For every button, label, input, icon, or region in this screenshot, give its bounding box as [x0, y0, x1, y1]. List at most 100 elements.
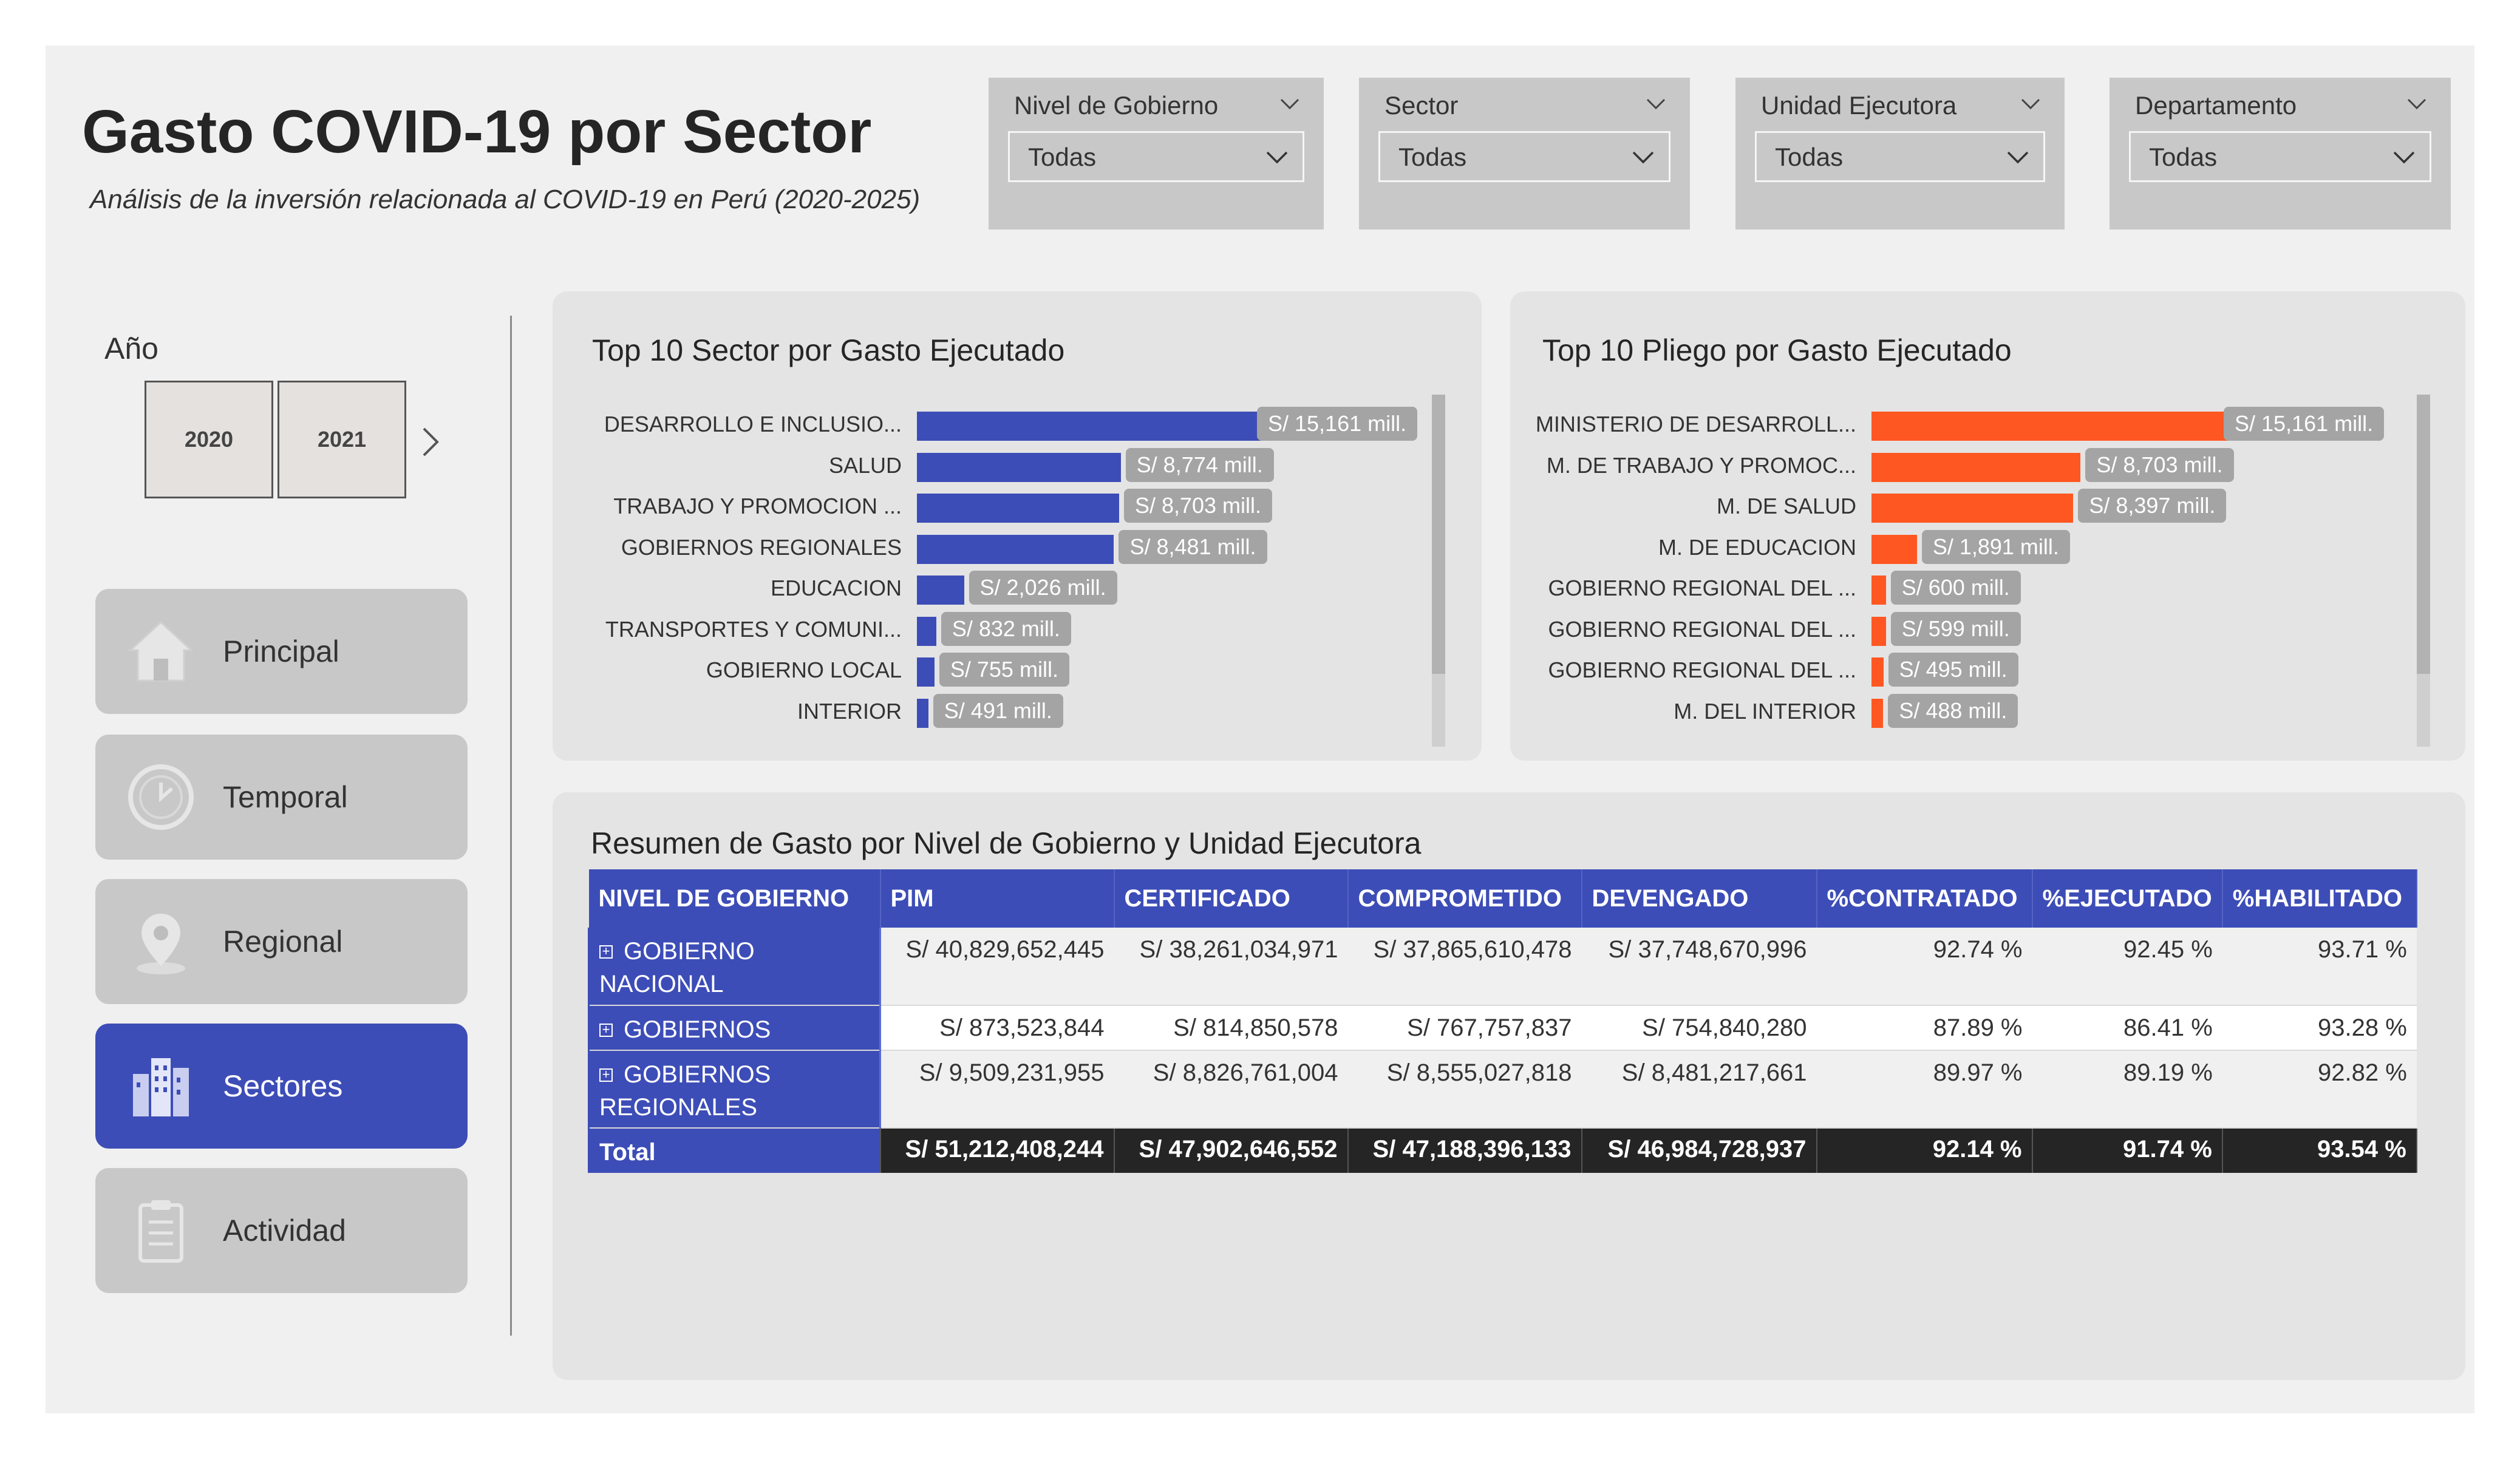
chevron-down-icon[interactable] [1278, 91, 1302, 115]
filter-dropdown[interactable]: Todas [1755, 131, 2045, 182]
filter-value: Todas [2149, 143, 2218, 171]
table-row: + GOBIERNOS S/ 873,523,844 S/ 814,850,578… [588, 1005, 2417, 1051]
expand-icon[interactable]: + [599, 1023, 613, 1037]
nav-button-temporal[interactable]: Temporal [95, 735, 468, 860]
home-icon [128, 620, 194, 682]
filter-label: Unidad Ejecutora [1761, 91, 1957, 120]
column-header[interactable]: DEVENGADO [1581, 869, 1817, 928]
nav-label: Regional [223, 925, 343, 959]
bar[interactable] [917, 698, 928, 728]
summary-matrix: NIVEL DE GOBIERNO PIM CERTIFICADO COMPRO… [588, 869, 2417, 1173]
table-cell: S/ 767,757,837 [1347, 1005, 1582, 1051]
bar-category-label: GOBIERNO REGIONAL DEL ... [1548, 576, 1856, 600]
bar-data-label: S/ 8,397 mill. [2078, 489, 2227, 523]
chevron-down-icon[interactable] [1265, 145, 1289, 169]
chevron-down-icon[interactable] [1644, 91, 1668, 115]
bar-category-label: GOBIERNO LOCAL [706, 657, 902, 682]
row-header[interactable]: + GOBIERNOS REGIONALES [588, 1050, 881, 1129]
bar[interactable] [917, 616, 936, 646]
bar[interactable] [1871, 616, 1886, 646]
filter-unidad-ejecutora[interactable]: Unidad Ejecutora Todas [1735, 78, 2065, 229]
scrollbar-thumb[interactable] [2417, 395, 2430, 674]
bar-data-label: S/ 599 mill. [1890, 611, 2021, 646]
year-button-2021[interactable]: 2021 [278, 381, 406, 498]
bar-category-label: DESARROLLO E INCLUSIO... [604, 412, 902, 436]
expand-icon[interactable]: + [599, 1068, 613, 1082]
nav-button-sectores[interactable]: Sectores [95, 1024, 468, 1149]
table-cell: 93.54 % [2222, 1128, 2417, 1173]
scrollbar-thumb[interactable] [1432, 395, 1445, 674]
bar-category-label: TRABAJO Y PROMOCION ... [613, 494, 902, 518]
column-header[interactable]: %HABILITADO [2222, 869, 2417, 928]
bar-data-label: S/ 755 mill. [939, 653, 1069, 687]
filter-dropdown[interactable]: Todas [1378, 131, 1670, 182]
bar-data-label: S/ 495 mill. [1888, 653, 2018, 687]
bar-category-label: MINISTERIO DE DESARROLL... [1535, 412, 1856, 436]
row-header[interactable]: + GOBIERNO NACIONAL [588, 928, 881, 1006]
chevron-down-icon[interactable] [2006, 145, 2030, 169]
filter-value: Todas [1028, 143, 1097, 171]
bar[interactable] [1871, 657, 1884, 687]
nav-button-regional[interactable]: Regional [95, 879, 468, 1004]
filter-value: Todas [1398, 143, 1467, 171]
bar[interactable] [917, 657, 935, 687]
bar[interactable] [917, 534, 1114, 564]
column-header[interactable]: %CONTRATADO [1816, 869, 2033, 928]
table-cell: 92.74 % [1816, 928, 2032, 1006]
bar[interactable] [1871, 534, 1917, 564]
chevron-down-icon[interactable] [2392, 145, 2416, 169]
nav-label: Sectores [223, 1069, 343, 1103]
bar-data-label: S/ 8,703 mill. [2085, 447, 2234, 482]
scrollbar[interactable] [1432, 395, 1445, 747]
table-cell: 87.89 % [1816, 1005, 2032, 1051]
chevron-down-icon[interactable] [2405, 91, 2429, 115]
bar-category-label: M. DE TRABAJO Y PROMOC... [1546, 452, 1856, 478]
table-cell: S/ 51,212,408,244 [880, 1128, 1115, 1173]
bar-category-label: GOBIERNOS REGIONALES [621, 534, 902, 560]
table-cell: S/ 754,840,280 [1581, 1005, 1817, 1051]
bar-data-label: S/ 1,891 mill. [1921, 529, 2070, 564]
nav-button-principal[interactable]: Principal [95, 589, 468, 714]
row-header[interactable]: + GOBIERNOS [588, 1005, 881, 1051]
buildings-icon [133, 1058, 189, 1116]
table-cell: S/ 38,261,034,971 [1114, 928, 1348, 1006]
filter-dropdown[interactable]: Todas [2129, 131, 2431, 182]
table-cell: S/ 9,509,231,955 [880, 1050, 1114, 1129]
column-header[interactable]: %EJECUTADO [2032, 869, 2223, 928]
bar-category-label: GOBIERNO REGIONAL DEL ... [1548, 657, 1856, 682]
table-header-row: NIVEL DE GOBIERNO PIM CERTIFICADO COMPRO… [588, 869, 2417, 928]
filter-departamento[interactable]: Departamento Todas [2110, 78, 2451, 229]
bar[interactable] [1871, 698, 1884, 728]
bar[interactable] [917, 412, 1269, 441]
table-cell: 89.97 % [1816, 1050, 2032, 1129]
filter-sector[interactable]: Sector Todas [1359, 78, 1690, 229]
filter-label: Sector [1384, 91, 1459, 120]
bar[interactable] [917, 576, 964, 605]
bar[interactable] [1871, 494, 2074, 523]
chevron-right-icon[interactable] [419, 425, 443, 459]
expand-icon[interactable]: + [599, 945, 613, 959]
clipboard-icon [138, 1200, 183, 1263]
bar[interactable] [1871, 576, 1886, 605]
bar[interactable] [1871, 452, 2081, 482]
nav-button-actividad[interactable]: Actividad [95, 1168, 468, 1293]
bar[interactable] [917, 452, 1121, 482]
column-header[interactable]: CERTIFICADO [1114, 869, 1349, 928]
filter-nivel-gobierno[interactable]: Nivel de Gobierno Todas [989, 78, 1324, 229]
column-header[interactable]: COMPROMETIDO [1347, 869, 1582, 928]
filter-dropdown[interactable]: Todas [1008, 131, 1304, 182]
row-header: Total [588, 1128, 881, 1173]
column-header[interactable]: NIVEL DE GOBIERNO [588, 869, 881, 928]
bar[interactable] [1871, 412, 2236, 441]
bar-data-label: S/ 600 mill. [1890, 571, 2021, 605]
table-cell: 89.19 % [2032, 1050, 2222, 1129]
table-cell: S/ 46,984,728,937 [1581, 1128, 1817, 1173]
bar-category-label: SALUD [828, 452, 902, 478]
scrollbar[interactable] [2417, 395, 2430, 747]
bar[interactable] [917, 494, 1119, 523]
chevron-down-icon[interactable] [2018, 91, 2043, 115]
chevron-down-icon[interactable] [1631, 145, 1655, 169]
column-header[interactable]: PIM [880, 869, 1115, 928]
bar-category-label: TRANSPORTES Y COMUNI... [605, 616, 902, 642]
year-button-2020[interactable]: 2020 [145, 381, 273, 498]
